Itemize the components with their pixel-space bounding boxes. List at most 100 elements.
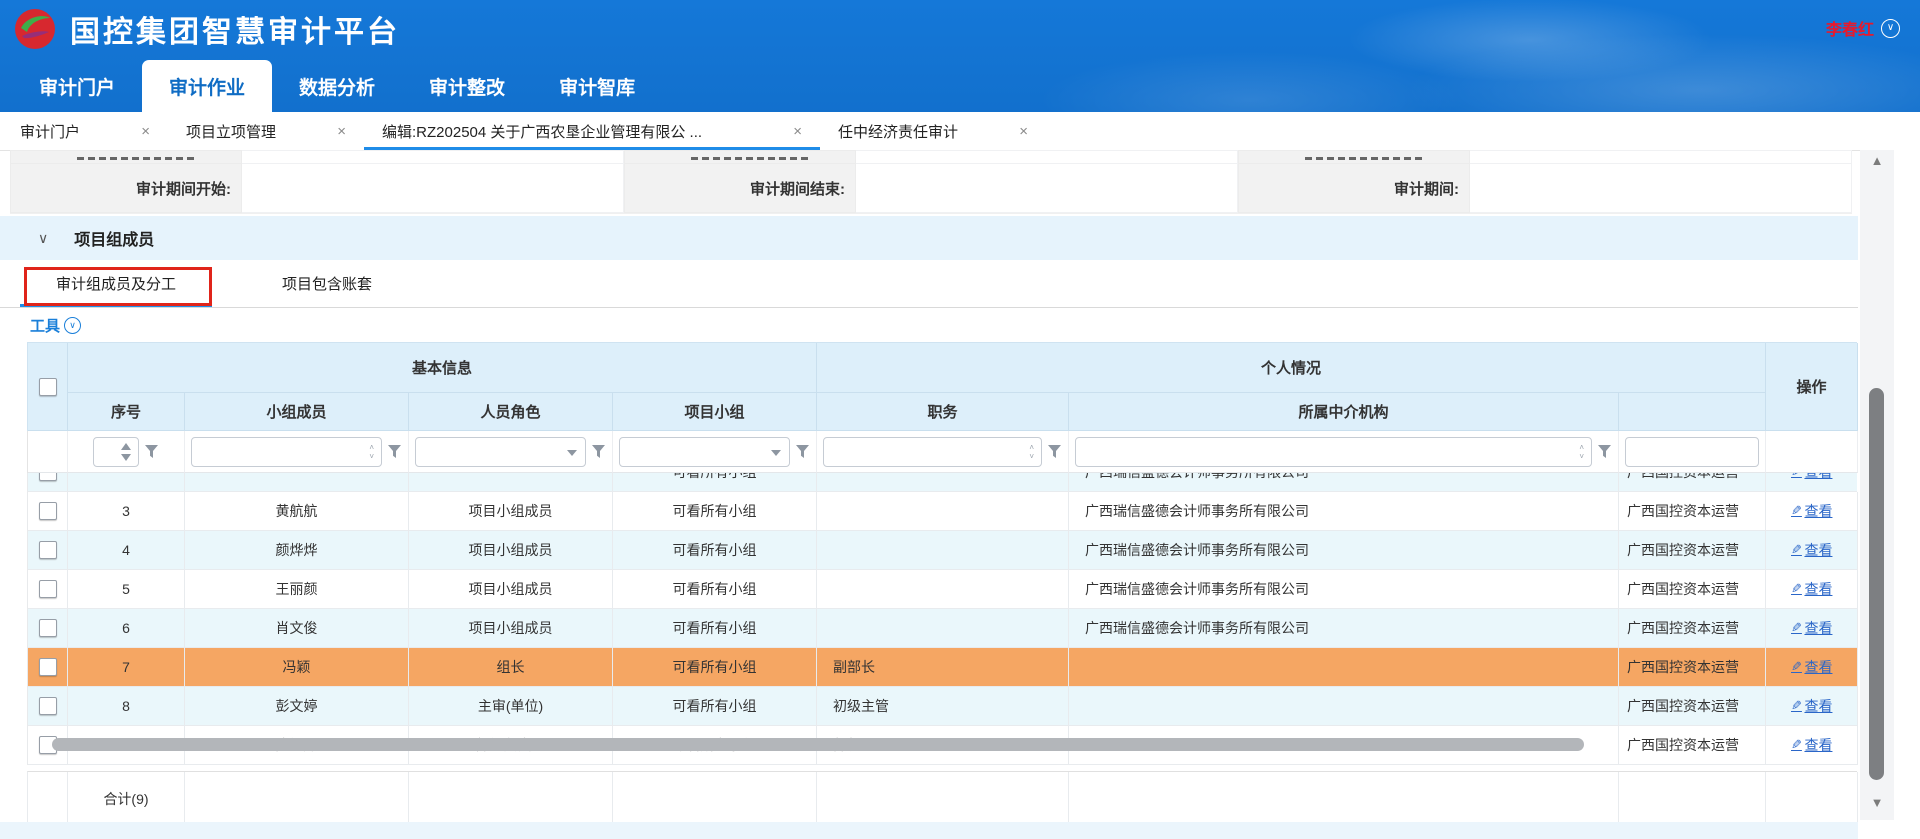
caret-updown-icon[interactable]: ˄˅ [1579, 444, 1584, 461]
row-checkbox[interactable] [39, 541, 57, 559]
seq-filter-spinner[interactable] [93, 437, 139, 467]
filter-funnel-icon[interactable] [795, 444, 810, 460]
checkbox-cell [28, 531, 68, 570]
project-group-cell: 可看所有小组 [613, 492, 817, 531]
caret-updown-icon[interactable]: ˄˅ [1029, 444, 1034, 461]
clipped-input[interactable] [1470, 150, 1852, 163]
collapse-chevron-icon[interactable]: ∨ [38, 230, 48, 247]
scroll-up-arrow-icon[interactable]: ▲ [1860, 153, 1894, 168]
filter-funnel-icon[interactable] [144, 444, 159, 460]
member-name-cell: 颜烨烨 [185, 531, 409, 570]
view-link[interactable]: ✎查看 [1791, 735, 1833, 755]
view-link[interactable]: ✎查看 [1791, 618, 1833, 638]
tab-project-account-sets[interactable]: 项目包含账套 [252, 260, 402, 307]
filter-funnel-icon[interactable] [1047, 444, 1062, 460]
row-checkbox[interactable] [39, 658, 57, 676]
view-link[interactable]: ✎查看 [1791, 579, 1833, 599]
company-logo-icon [14, 8, 56, 50]
user-menu[interactable]: 李春红 ∨ [1826, 16, 1900, 40]
document-tab-1[interactable]: 项目立项管理× [168, 112, 364, 150]
footer-cell [1069, 772, 1619, 827]
filter-funnel-icon[interactable] [1597, 444, 1612, 460]
document-tab-0[interactable]: 审计门户 × [2, 112, 168, 150]
scroll-down-arrow-icon[interactable]: ▼ [1860, 795, 1894, 810]
edit-pencil-icon: ✎ [1791, 659, 1802, 675]
view-link[interactable]: ✎查看 [1791, 657, 1833, 677]
checkbox-cell [28, 609, 68, 648]
clipped-input[interactable] [856, 150, 1238, 163]
horizontal-scrollbar-thumb[interactable] [52, 738, 1584, 751]
tools-button[interactable]: 工具 [30, 315, 60, 336]
view-link[interactable]: ✎查看 [1791, 696, 1833, 716]
document-tab-3[interactable]: 任中经济责任审计× [820, 112, 1046, 150]
audit-period-input[interactable] [1470, 163, 1852, 213]
role-filter-select[interactable] [415, 437, 586, 467]
filter-funnel-icon[interactable] [387, 444, 402, 460]
clipped-input[interactable] [242, 150, 624, 163]
document-tab-2[interactable]: 编辑:RZ202504 关于广西农垦企业管理有限公 ...× [364, 112, 820, 150]
tab-close-icon[interactable]: × [1019, 123, 1028, 140]
select-all-checkbox[interactable] [39, 378, 57, 396]
seq-cell: 6 [68, 609, 185, 648]
nav-item-3[interactable]: 审计整改 [402, 60, 532, 112]
view-link[interactable]: ✎查看 [1791, 501, 1833, 521]
nav-item-label: 审计整改 [429, 73, 505, 100]
app-header: 国控集团智慧审计平台 李春红 ∨ 审计门户审计作业数据分析审计整改审计智库 [0, 0, 1920, 112]
group-header-personal-info: 个人情况 [817, 343, 1766, 393]
nav-item-label: 审计门户 [39, 73, 115, 100]
edit-pencil-icon: ✎ [1791, 473, 1802, 480]
checkbox-cell [28, 687, 68, 726]
tools-row: 工具 ∨ [0, 308, 1858, 342]
seq-cell: 5 [68, 570, 185, 609]
table-row: 5王丽颜项目小组成员可看所有小组广西瑞信盛德会计师事务所有限公司广西国控资本运营… [27, 570, 1857, 609]
nav-item-2[interactable]: 数据分析 [272, 60, 402, 112]
view-label: 查看 [1804, 618, 1832, 638]
project-group-filter-select[interactable] [619, 437, 790, 467]
action-cell: ✎查看 [1766, 570, 1858, 609]
nav-item-0[interactable]: 审计门户 [12, 60, 142, 112]
tab-close-icon[interactable]: × [793, 123, 802, 140]
tab-close-icon[interactable]: × [337, 123, 346, 140]
caret-updown-icon[interactable]: ˄˅ [369, 444, 374, 461]
tools-chevron-down-icon[interactable]: ∨ [64, 317, 81, 334]
filter-funnel-icon[interactable] [591, 444, 606, 460]
row-checkbox[interactable] [39, 580, 57, 598]
view-label: 查看 [1804, 540, 1832, 560]
column-header-role: 人员角色 [409, 393, 613, 431]
row-checkbox[interactable] [39, 619, 57, 637]
app-window: 国控集团智慧审计平台 李春红 ∨ 审计门户审计作业数据分析审计整改审计智库 审计… [0, 0, 1920, 839]
members-table: 基本信息 个人情况 操作 序号 小组成员 人员角色 项目小组 职务 所属中介机构… [27, 342, 1857, 827]
filter-cell-seq [68, 431, 185, 473]
nav-item-label: 数据分析 [299, 73, 375, 100]
audit-period-start-input[interactable] [242, 163, 624, 213]
view-link[interactable]: ✎查看 [1791, 540, 1833, 560]
seq-cell: 3 [68, 492, 185, 531]
view-link[interactable]: ✎查看 [1791, 473, 1833, 482]
duty-filter-input[interactable]: ˄˅ [823, 437, 1042, 467]
audit-period-end-input[interactable] [856, 163, 1238, 213]
tab-close-icon[interactable]: × [141, 123, 150, 140]
tab-audit-team-members[interactable]: 审计组成员及分工 [20, 260, 212, 307]
tab-label: 审计门户 [20, 121, 127, 142]
nav-item-4[interactable]: 审计智库 [532, 60, 662, 112]
footer-cell [185, 772, 409, 827]
table-body: 3黄航航项目小组成员可看所有小组广西瑞信盛德会计师事务所有限公司广西国控资本运营… [27, 492, 1857, 765]
agency-filter-input[interactable]: ˄˅ [1075, 437, 1592, 467]
subtab-row: 审计组成员及分工 项目包含账套 [0, 260, 1858, 308]
nav-item-1[interactable]: 审计作业 [142, 60, 272, 112]
row-checkbox[interactable] [39, 697, 57, 715]
audit-period-start-label: 审计期间开始: [10, 163, 242, 213]
action-cell: ✎查看 [1766, 473, 1857, 492]
edit-pencil-icon: ✎ [1791, 698, 1802, 714]
member-filter-input[interactable]: ˄˅ [191, 437, 382, 467]
tab-bar: 审计门户×项目立项管理×编辑:RZ202504 关于广西农垦企业管理有限公 ..… [0, 112, 1860, 151]
row-checkbox[interactable] [39, 473, 57, 481]
column-header-agency: 所属中介机构 [1069, 393, 1619, 431]
vertical-scrollbar-thumb[interactable] [1869, 388, 1884, 780]
duty-cell: 初级主管 [817, 687, 1069, 726]
column-header-seq: 序号 [68, 393, 185, 431]
row-checkbox[interactable] [39, 502, 57, 520]
blank-filter-input[interactable] [1625, 437, 1759, 467]
clipped-form-row [10, 150, 1852, 163]
table-footer-row: 合计(9) [27, 771, 1857, 827]
